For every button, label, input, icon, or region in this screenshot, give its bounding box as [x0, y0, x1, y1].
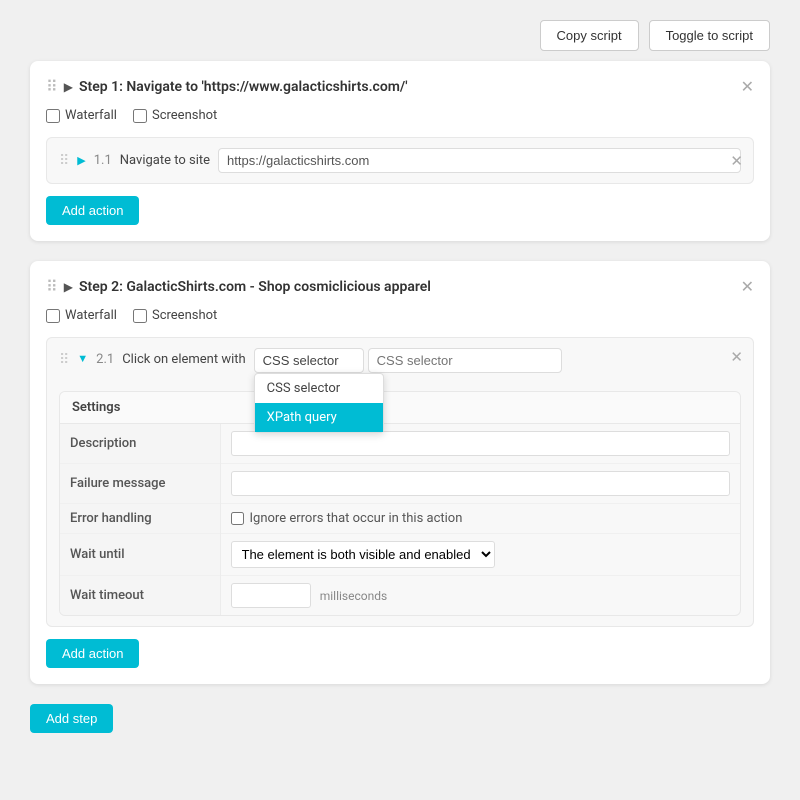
step1-action-drag[interactable]: ⠿ [59, 153, 69, 169]
wait-timeout-input[interactable] [231, 583, 311, 608]
step2-drag-handle[interactable]: ⠿ [46, 277, 58, 296]
step1-chevron[interactable]: ▶ [64, 80, 73, 94]
wait-until-cell: The element is both visible and enabled … [220, 534, 740, 576]
step2-selector-wrapper: CSS selector XPath query CSS selector XP… [254, 348, 562, 373]
step1-header: ⠿ ▶ Step 1: Navigate to 'https://www.gal… [46, 77, 754, 96]
failure-message-input[interactable] [231, 471, 731, 496]
xpath-query-option[interactable]: XPath query [255, 403, 383, 432]
settings-table: Description Failure message Error handli… [60, 424, 740, 615]
description-input[interactable] [231, 431, 731, 456]
error-handling-content: Ignore errors that occur in this action [231, 511, 731, 526]
step2-options: Waterfall Screenshot [46, 308, 754, 323]
css-selector-select[interactable]: CSS selector XPath query [254, 348, 364, 373]
step1-action-label: Navigate to site [120, 153, 210, 168]
step2-action-drag[interactable]: ⠿ [59, 348, 69, 368]
step1-add-action-area: Add action [46, 196, 754, 225]
toolbar: Copy script Toggle to script [0, 0, 800, 61]
wait-timeout-cell: milliseconds [220, 576, 740, 616]
step2-action-chevron[interactable]: ▼ [77, 348, 88, 365]
step2-chevron[interactable]: ▶ [64, 280, 73, 294]
css-selector-option[interactable]: CSS selector [255, 374, 383, 403]
selector-dropdown-menu: CSS selector XPath query [254, 373, 384, 433]
toggle-script-button[interactable]: Toggle to script [649, 20, 770, 51]
step2-waterfall-checkbox[interactable] [46, 309, 60, 323]
step1-title: Step 1: Navigate to 'https://www.galacti… [79, 79, 754, 95]
wait-until-row: Wait until The element is both visible a… [60, 534, 740, 576]
step2-screenshot-label[interactable]: Screenshot [133, 308, 217, 323]
error-handling-row: Error handling Ignore errors that occur … [60, 504, 740, 534]
wait-timeout-row: Wait timeout milliseconds [60, 576, 740, 616]
add-step-area: Add step [30, 704, 770, 733]
step1-screenshot-label[interactable]: Screenshot [133, 108, 217, 123]
step2-card: ⠿ ▶ Step 2: GalacticShirts.com - Shop co… [30, 261, 770, 684]
error-handling-checkbox[interactable] [231, 512, 244, 525]
wait-timeout-label: Wait timeout [60, 576, 220, 616]
step2-waterfall-text: Waterfall [65, 308, 117, 323]
step1-action-chevron[interactable]: ▶ [77, 154, 85, 167]
step2-action-label: Click on element with [122, 348, 245, 367]
step2-title: Step 2: GalacticShirts.com - Shop cosmic… [79, 279, 754, 295]
failure-message-label: Failure message [60, 464, 220, 504]
step2-action-row: ⠿ ▼ 2.1 Click on element with CSS select… [46, 337, 754, 627]
css-selector-input[interactable] [368, 348, 562, 373]
step1-waterfall-label[interactable]: Waterfall [46, 108, 117, 123]
step1-screenshot-checkbox[interactable] [133, 109, 147, 123]
settings-panel: Settings Description Failure message [59, 391, 741, 616]
step2-close-button[interactable]: ✕ [741, 277, 754, 296]
settings-title: Settings [60, 392, 740, 424]
step1-waterfall-checkbox[interactable] [46, 109, 60, 123]
step1-action-number: 1.1 [94, 153, 112, 168]
step1-action-row: ⠿ ▶ 1.1 Navigate to site ✕ [46, 137, 754, 184]
failure-message-row: Failure message [60, 464, 740, 504]
step2-add-action-button[interactable]: Add action [46, 639, 139, 668]
step1-action-close[interactable]: ✕ [730, 152, 743, 170]
copy-script-button[interactable]: Copy script [540, 20, 639, 51]
step1-drag-handle[interactable]: ⠿ [46, 77, 58, 96]
wait-until-select[interactable]: The element is both visible and enabled … [231, 541, 495, 568]
milliseconds-label: milliseconds [320, 589, 387, 603]
add-step-button[interactable]: Add step [30, 704, 113, 733]
error-handling-label: Error handling [60, 504, 220, 534]
step2-screenshot-checkbox[interactable] [133, 309, 147, 323]
step1-card: ⠿ ▶ Step 1: Navigate to 'https://www.gal… [30, 61, 770, 241]
description-row: Description [60, 424, 740, 464]
step2-action-number: 2.1 [96, 348, 114, 367]
step2-screenshot-text: Screenshot [152, 308, 217, 323]
step1-screenshot-text: Screenshot [152, 108, 217, 123]
step1-add-action-button[interactable]: Add action [46, 196, 139, 225]
wait-until-label: Wait until [60, 534, 220, 576]
step1-waterfall-text: Waterfall [65, 108, 117, 123]
step1-close-button[interactable]: ✕ [741, 77, 754, 96]
step2-action-close[interactable]: ✕ [730, 348, 743, 366]
description-label: Description [60, 424, 220, 464]
step2-add-action-area: Add action [46, 639, 754, 668]
step1-options: Waterfall Screenshot [46, 108, 754, 123]
failure-message-cell [220, 464, 740, 504]
step2-header: ⠿ ▶ Step 2: GalacticShirts.com - Shop co… [46, 277, 754, 296]
error-handling-cell: Ignore errors that occur in this action [220, 504, 740, 534]
error-handling-text: Ignore errors that occur in this action [250, 511, 463, 526]
step2-waterfall-label[interactable]: Waterfall [46, 308, 117, 323]
css-selector-dropdown-wrapper: CSS selector XPath query [254, 348, 364, 373]
step1-url-input[interactable] [218, 148, 741, 173]
